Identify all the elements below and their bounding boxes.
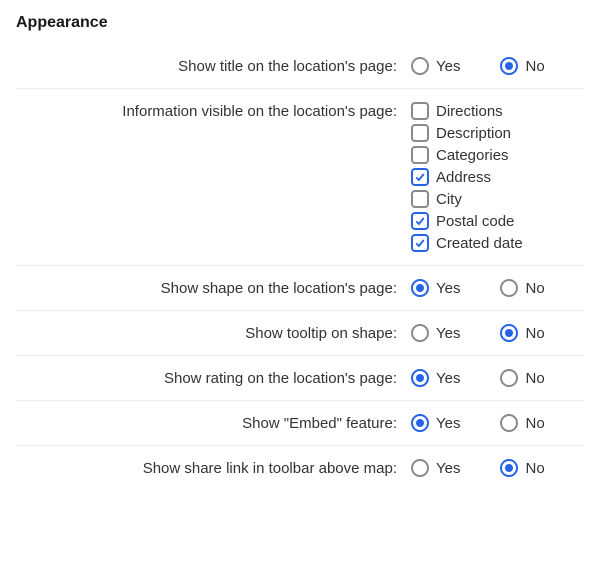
radio-label: Yes — [436, 280, 460, 297]
row-show_title: Show title on the location's page: Yes N… — [16, 44, 584, 88]
checkbox-item-5[interactable]: Postal code — [411, 212, 584, 230]
checkbox-icon — [411, 212, 429, 230]
radio-label: Yes — [436, 325, 460, 342]
section-title: Appearance — [16, 12, 584, 34]
radio-no-show_embed[interactable]: No — [500, 414, 544, 432]
radio-no-show_title[interactable]: No — [500, 57, 544, 75]
radio-icon — [411, 459, 429, 477]
checkbox-list: Directions Description Categories Addres… — [411, 102, 584, 252]
radio-no-show_shape[interactable]: No — [500, 279, 544, 297]
radio-group-show_sharelink: Yes No — [411, 459, 584, 477]
radio-yes-show_title[interactable]: Yes — [411, 57, 460, 75]
radio-label: Yes — [436, 460, 460, 477]
radio-no-show_tooltip[interactable]: No — [500, 324, 544, 342]
checkbox-item-6[interactable]: Created date — [411, 234, 584, 252]
checkbox-icon — [411, 102, 429, 120]
row-label: Information visible on the location's pa… — [16, 102, 411, 120]
radio-group-show_rating: Yes No — [411, 369, 584, 387]
radio-icon — [500, 459, 518, 477]
radio-no-show_rating[interactable]: No — [500, 369, 544, 387]
row-show_rating: Show rating on the location's page: Yes … — [16, 355, 584, 400]
checkbox-item-3[interactable]: Address — [411, 168, 584, 186]
radio-label: No — [525, 280, 544, 297]
radio-icon — [500, 414, 518, 432]
radio-label: No — [525, 325, 544, 342]
checkbox-label: Created date — [436, 235, 523, 252]
radio-label: Yes — [436, 415, 460, 432]
checkbox-label: Description — [436, 125, 511, 142]
checkbox-label: Postal code — [436, 213, 514, 230]
checkbox-icon — [411, 190, 429, 208]
radio-icon — [500, 57, 518, 75]
checkbox-label: Categories — [436, 147, 509, 164]
radio-icon — [411, 414, 429, 432]
radio-icon — [411, 369, 429, 387]
radio-label: No — [525, 58, 544, 75]
radio-icon — [411, 324, 429, 342]
radio-group-show_tooltip: Yes No — [411, 324, 584, 342]
checkbox-item-2[interactable]: Categories — [411, 146, 584, 164]
radio-icon — [500, 369, 518, 387]
checkbox-icon — [411, 234, 429, 252]
radio-label: No — [525, 460, 544, 477]
checkbox-label: Directions — [436, 103, 503, 120]
radio-yes-show_rating[interactable]: Yes — [411, 369, 460, 387]
row-show_shape: Show shape on the location's page: Yes N… — [16, 265, 584, 310]
row-show_embed: Show "Embed" feature: Yes No — [16, 400, 584, 445]
radio-icon — [500, 324, 518, 342]
checkbox-icon — [411, 124, 429, 142]
radio-yes-show_sharelink[interactable]: Yes — [411, 459, 460, 477]
radio-label: Yes — [436, 370, 460, 387]
row-label: Show shape on the location's page: — [16, 279, 411, 297]
checkbox-label: Address — [436, 169, 491, 186]
radio-label: Yes — [436, 58, 460, 75]
checkbox-item-4[interactable]: City — [411, 190, 584, 208]
checkbox-item-1[interactable]: Description — [411, 124, 584, 142]
checkbox-icon — [411, 168, 429, 186]
row-label: Show "Embed" feature: — [16, 414, 411, 432]
checkbox-icon — [411, 146, 429, 164]
radio-group-show_embed: Yes No — [411, 414, 584, 432]
row-show_tooltip: Show tooltip on shape: Yes No — [16, 310, 584, 355]
row-show_sharelink: Show share link in toolbar above map: Ye… — [16, 445, 584, 490]
radio-icon — [411, 279, 429, 297]
radio-label: No — [525, 415, 544, 432]
checkbox-label: City — [436, 191, 462, 208]
row-label: Show rating on the location's page: — [16, 369, 411, 387]
row-label: Show share link in toolbar above map: — [16, 459, 411, 477]
radio-yes-show_shape[interactable]: Yes — [411, 279, 460, 297]
row-label: Show tooltip on shape: — [16, 324, 411, 342]
radio-label: No — [525, 370, 544, 387]
radio-no-show_sharelink[interactable]: No — [500, 459, 544, 477]
checkbox-item-0[interactable]: Directions — [411, 102, 584, 120]
row-info-visible: Information visible on the location's pa… — [16, 88, 584, 265]
radio-yes-show_embed[interactable]: Yes — [411, 414, 460, 432]
radio-icon — [411, 57, 429, 75]
radio-group-show_shape: Yes No — [411, 279, 584, 297]
radio-yes-show_tooltip[interactable]: Yes — [411, 324, 460, 342]
radio-group-show_title: Yes No — [411, 57, 584, 75]
row-label: Show title on the location's page: — [16, 57, 411, 75]
radio-icon — [500, 279, 518, 297]
